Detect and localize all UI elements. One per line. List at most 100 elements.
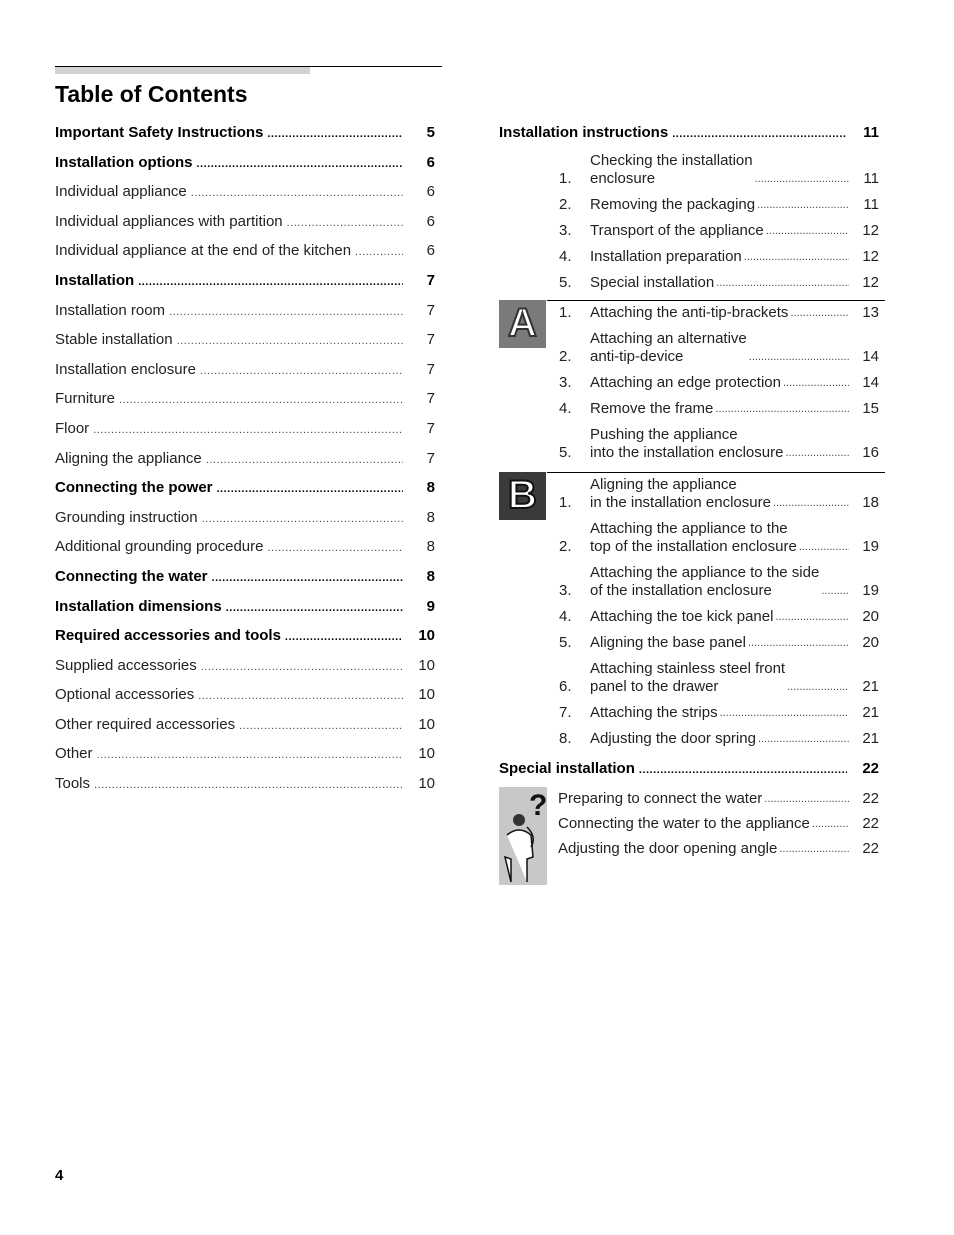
leader-dots <box>212 564 403 594</box>
toc-entry[interactable]: Supplied accessories 10 <box>55 651 435 681</box>
toc-subentry-line: top of the installation enclosure <box>590 537 797 555</box>
toc-subentry[interactable]: 2. Attaching the appliance to the top of t… <box>499 516 879 560</box>
toc-entry[interactable]: Individual appliance 6 <box>55 177 435 207</box>
toc-subentry[interactable]: 1. Checking the installationenclosure 11 <box>499 148 879 192</box>
leader-dots <box>781 374 849 392</box>
toc-subentry-line: in the installation enclosure <box>590 493 771 511</box>
toc-entry-label: Optional accessories <box>55 686 195 704</box>
toc-entry[interactable]: Special installation 22 <box>499 754 879 784</box>
toc-subentry-page: 20 <box>862 607 879 625</box>
toc-subentry[interactable]: 4. Attaching the toe kick panel 20 <box>499 604 879 630</box>
leader-dots <box>755 196 849 214</box>
toc-subentry[interactable]: 8. Adjusting the door spring 21 <box>499 726 879 752</box>
toc-subentry-page: 21 <box>862 677 879 695</box>
header-bar <box>55 67 310 74</box>
toc-entry[interactable]: Optional accessories 10 <box>55 680 435 710</box>
toc-entry-label: Special installation <box>499 759 635 777</box>
toc-entry[interactable]: Individual appliance at the end of the k… <box>55 236 435 266</box>
leader-dots <box>191 179 403 209</box>
toc-subentry[interactable]: Preparing to connect the water 22 <box>558 787 879 812</box>
toc-entry[interactable]: Grounding instruction 8 <box>55 503 435 533</box>
leader-dots <box>138 268 403 298</box>
leader-dots <box>355 238 403 268</box>
section-b-badge-icon: B <box>499 471 546 520</box>
toc-entry[interactable]: Required accessories and tools 10 <box>55 621 435 651</box>
toc-subentry-page: 13 <box>862 303 879 321</box>
toc-subentry[interactable]: 2. Removing the packaging 11 <box>499 192 879 218</box>
toc-entry-label: Installation room <box>55 301 166 319</box>
toc-subentry-line: into the installation enclosure <box>590 443 784 461</box>
toc-entry-page: 10 <box>418 745 435 763</box>
leader-dots <box>201 653 403 683</box>
toc-entry-page: 8 <box>426 479 435 497</box>
toc-entry[interactable]: Additional grounding procedure 8 <box>55 532 435 562</box>
toc-subentry-line: Attaching the strips <box>590 703 718 721</box>
toc-subentry[interactable]: Adjusting the door opening angle 22 <box>558 837 879 862</box>
section-a-items: 1.Attaching the anti-tip-brackets132.Att… <box>499 300 879 466</box>
toc-entry[interactable]: Aligning the appliance 7 <box>55 444 435 474</box>
special-section: ? Preparing to connect the water22Connec… <box>499 787 879 887</box>
toc-subentry-page: 11 <box>863 195 879 213</box>
toc-subentry[interactable]: 1. Aligning the appliance in the installat… <box>499 472 879 516</box>
toc-entry[interactable]: Installation 7 <box>55 266 435 296</box>
toc-subentry[interactable]: 6. Attaching stainless steel front panel t… <box>499 656 879 700</box>
toc-entry[interactable]: Other 10 <box>55 739 435 769</box>
toc-entry[interactable]: Tools 10 <box>55 769 435 799</box>
toc-subentry[interactable]: 3. Attaching an edge protection 14 <box>499 370 879 396</box>
toc-entry[interactable]: Other required accessories 10 <box>55 710 435 740</box>
toc-entry[interactable]: Installation room 7 <box>55 296 435 326</box>
toc-subentry-number: 2. <box>559 537 572 555</box>
toc-subentry[interactable]: Connecting the water to the appliance 22 <box>558 812 879 837</box>
toc-subentry-number: 4. <box>559 399 572 417</box>
toc-subentry[interactable]: 5. Aligning the base panel 20 <box>499 630 879 656</box>
toc-subentry-page: 14 <box>862 373 879 391</box>
toc-entry[interactable]: Installation instructions 11 <box>499 118 879 148</box>
toc-subentry-line: enclosure <box>590 169 656 187</box>
toc-subentry[interactable]: 3. Transport of the appliance 12 <box>499 218 879 244</box>
toc-entry[interactable]: Installation options 6 <box>55 148 435 178</box>
toc-subentry[interactable]: 5. Pushing the appliance into the installa… <box>499 422 879 466</box>
leader-dots <box>177 327 403 357</box>
toc-entry[interactable]: Individual appliances with partition 6 <box>55 207 435 237</box>
toc-subentry[interactable]: 5. Special installation 12 <box>499 270 879 296</box>
toc-subentry-line: Transport of the appliance <box>590 221 764 239</box>
toc-entry[interactable]: Connecting the water 8 <box>55 562 435 592</box>
toc-subentry-number: 2. <box>559 347 572 365</box>
toc-entry-label: Important Safety Instructions <box>55 124 264 141</box>
toc-entry[interactable]: Stable installation 7 <box>55 325 435 355</box>
toc-entry-label: Individual appliance <box>55 183 187 201</box>
toc-entry[interactable]: Important Safety Instructions 5 <box>55 118 435 148</box>
toc-subentry[interactable]: 2. Attaching an alternative anti-tip-devic… <box>499 326 879 370</box>
toc-subentry-label: Preparing to connect the water <box>558 790 763 808</box>
toc-entry[interactable]: Connecting the power 8 <box>55 473 435 503</box>
toc-entry-label: Installation instructions <box>499 124 669 141</box>
toc-entry-label: Other required accessories <box>55 715 236 733</box>
toc-subentry-line: Remove the frame <box>590 399 714 417</box>
toc-entry-page: 7 <box>426 331 435 349</box>
toc-subentry-page: 12 <box>862 247 879 265</box>
toc-subentry-page: 21 <box>862 729 879 747</box>
toc-entry[interactable]: Floor 7 <box>55 414 435 444</box>
toc-subentry[interactable]: 1.Attaching the anti-tip-brackets13 <box>499 300 879 326</box>
toc-entry-page: 7 <box>426 360 435 378</box>
leader-dots <box>718 704 849 722</box>
toc-subentry[interactable]: 3. Attaching the appliance to the side of … <box>499 560 879 604</box>
toc-subentry[interactable]: 7. Attaching the strips 21 <box>499 700 879 726</box>
toc-subentry-line: anti-tip-device <box>590 347 684 365</box>
toc-subentry-page: 19 <box>862 537 879 555</box>
leader-dots <box>773 608 849 626</box>
toc-subentry[interactable]: 4. Installation preparation 12 <box>499 244 879 270</box>
toc-entry-label: Required accessories and tools <box>55 627 281 645</box>
toc-entry[interactable]: Installation enclosure 7 <box>55 355 435 385</box>
toc-subentry-line: Adjusting the door spring <box>590 729 756 747</box>
toc-subentry-page: 19 <box>862 581 879 599</box>
toc-entry[interactable]: Furniture 7 <box>55 384 435 414</box>
toc-subentry-number: 7. <box>559 703 572 721</box>
toc-subentry[interactable]: 4. Remove the frame 15 <box>499 396 879 422</box>
toc-entry[interactable]: Installation dimensions 9 <box>55 592 435 622</box>
toc-entry-page: 10 <box>418 627 435 645</box>
toc-entry-label: Stable installation <box>55 331 173 349</box>
toc-entry-page: 6 <box>426 183 435 201</box>
toc-subentry-page: 20 <box>862 633 879 651</box>
leader-dots <box>797 538 849 556</box>
